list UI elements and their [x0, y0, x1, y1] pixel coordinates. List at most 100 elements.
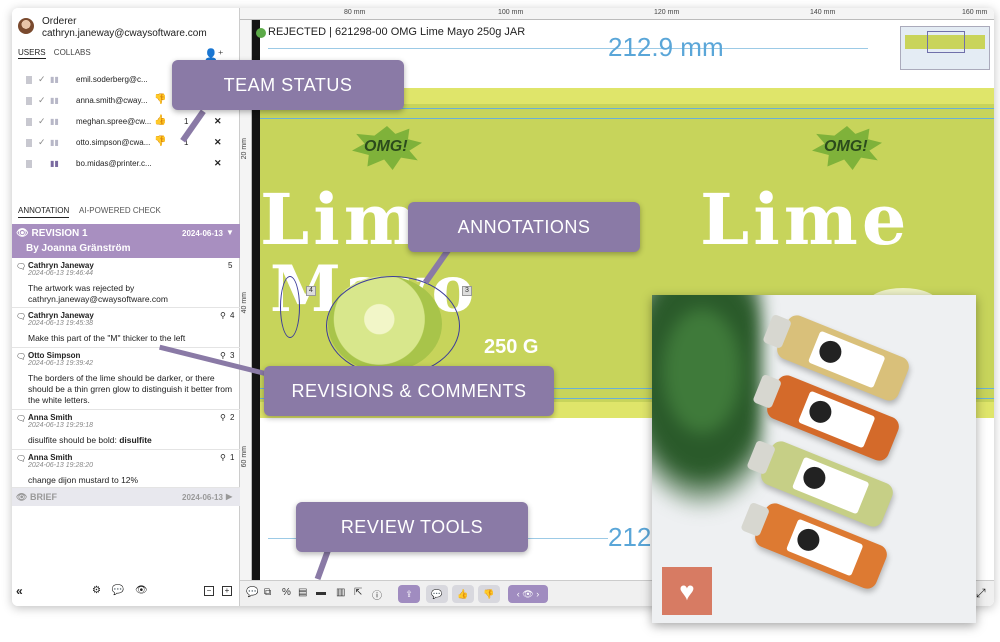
line-icon[interactable]: ▬ [316, 587, 326, 598]
percent-icon[interactable]: % [282, 587, 291, 598]
tab-collabs[interactable]: COLLABS [54, 48, 91, 57]
collapse-icon[interactable]: « [16, 584, 23, 598]
comment-author: Cathryn Janeway [28, 311, 94, 320]
user-row[interactable]: ✓ ▮▮ meghan.spree@cw... 👍 1 ✕ [26, 114, 236, 134]
annotation-pin[interactable]: 4 [306, 286, 316, 296]
callout-review-tools: REVIEW TOOLS [296, 502, 528, 552]
info-icon[interactable]: ⓘ [372, 587, 382, 602]
callout-annotations: ANNOTATIONS [408, 202, 640, 252]
bottle-label [791, 456, 870, 515]
comment-number: 2 [230, 413, 235, 422]
remove-user-button[interactable]: ✕ [214, 158, 222, 169]
annotation-circle[interactable] [280, 276, 300, 338]
copy-icon[interactable]: ⧉ [264, 587, 271, 598]
comment-author: Cathryn Janeway [28, 261, 94, 270]
comment-time: 2024-06-13 19:45:38 [28, 320, 93, 327]
user-name: emil.soderberg@c... [76, 75, 148, 84]
ruler-tick: 160 mm [962, 9, 988, 16]
user-row[interactable]: ▮▮ bo.midas@printer.c... ✕ [26, 156, 236, 176]
reject-button[interactable]: 👎 [478, 585, 500, 603]
ruler-tick: 140 mm [810, 9, 836, 16]
revision-author: By Joanna Gränström [26, 243, 131, 254]
comment-icon: 🗨 [16, 414, 27, 423]
navigator-thumbnail[interactable] [900, 26, 990, 70]
left-footer: « ⚙ 💬 👁 − + [12, 580, 240, 604]
product-word-1: Lime [700, 178, 911, 261]
comment-body: disulfite should be bold: disulfite [28, 435, 233, 446]
callout-revisions: REVISIONS & COMMENTS [264, 366, 554, 416]
ruler-tick: 20 mm [241, 138, 248, 160]
measure-icon[interactable]: ▤ [298, 587, 307, 598]
revision-date: 2024-06-13 [182, 229, 223, 238]
eye-icon: 👁 [16, 492, 28, 502]
zoom-out-icon[interactable]: − [204, 586, 214, 596]
user-tabs: USERS COLLABS [18, 48, 97, 59]
approve-button[interactable]: 👍 [452, 585, 474, 603]
chevron-right-icon[interactable]: ▶ [226, 492, 232, 501]
comment-tool-button[interactable]: 💬 [426, 585, 448, 603]
callout-team-status: TEAM STATUS [172, 60, 404, 110]
dimension-bottom: 212 [608, 522, 652, 552]
view-toggle-button[interactable]: ‹ 👁 › [508, 585, 548, 603]
brand-text: OMG! [364, 138, 408, 155]
expand-icon[interactable]: ⤢ [976, 586, 986, 601]
remove-user-button[interactable]: ✕ [214, 116, 222, 127]
chevron-down-icon[interactable]: ▼ [226, 228, 234, 237]
user-name: otto.simpson@cwa... [76, 138, 151, 147]
comment-item[interactable]: 🗨 Anna Smith 2024-06-13 19:29:18 ⚲ 2 dis… [12, 410, 240, 450]
zoom-in-icon[interactable]: + [222, 586, 232, 596]
annotation-circle[interactable] [326, 276, 460, 376]
pin-icon: ⚲ [220, 413, 226, 422]
dimension-line [268, 48, 868, 49]
brand-logo: OMG! [352, 126, 422, 170]
eye-icon[interactable]: 👁 [135, 585, 148, 596]
comment-number: 1 [230, 453, 235, 462]
annotation-pin[interactable]: 3 [462, 286, 472, 296]
chat-icon[interactable]: 💬 [246, 587, 258, 598]
brief-name: BRIEF [29, 492, 57, 502]
ruler-tick: 100 mm [498, 9, 524, 16]
user-row[interactable]: ✓ ▮▮ otto.simpson@cwa... 👎 1 ✕ [26, 135, 236, 155]
progress-icon: ▮▮ [50, 117, 59, 126]
settings-icon[interactable]: ⚙ [92, 585, 101, 596]
comment-number: 3 [230, 351, 235, 360]
revision-name: REVISION 1 [31, 228, 88, 239]
avatar[interactable] [18, 18, 34, 34]
progress-icon: ▮▮ [50, 75, 59, 84]
user-name: meghan.spree@cw... [76, 117, 152, 126]
brief-header[interactable]: 👁 BRIEF 2024-06-13 ▶ [12, 488, 240, 506]
comment-body: change dijon mustard to 12% [28, 475, 139, 485]
remove-user-button[interactable]: ✕ [214, 137, 222, 148]
comment-author: Otto Simpson [28, 351, 81, 360]
revision-header[interactable]: 👁 REVISION 1 By Joanna Gränström 2024-06… [12, 224, 240, 258]
tab-users[interactable]: USERS [18, 48, 46, 59]
upload-button[interactable]: ⇪ [398, 585, 420, 603]
plant-leaves [652, 295, 762, 515]
comment-item[interactable]: 🗨 Cathryn Janeway 2024-06-13 19:45:38 ⚲ … [12, 308, 240, 348]
job-name: 621298-00 OMG Lime Mayo 250g JAR [335, 26, 526, 38]
check-icon: ✓ [38, 116, 46, 126]
ruler-tick: 60 mm [241, 446, 248, 468]
user-name: anna.smith@cway... [76, 96, 148, 105]
barcode-icon[interactable]: ▥ [336, 587, 345, 598]
comment-icon: 🗨 [16, 454, 27, 463]
comment-number: 4 [230, 311, 235, 320]
comment-body: The artwork was rejected by cathryn.jane… [28, 283, 168, 304]
current-user: Orderer cathryn.janeway@cwaysoftware.com [18, 14, 234, 44]
bottle-label [797, 390, 876, 449]
comment-time: 2024-06-13 19:39:42 [28, 360, 93, 367]
share-icon[interactable]: ⇱ [354, 587, 362, 598]
comment-item[interactable]: 🗨 Cathryn Janeway 2024-06-13 19:46:44 5 … [12, 258, 240, 308]
status-state: REJECTED [268, 26, 327, 38]
bottle-cap [762, 313, 793, 350]
progress-icon: ▮▮ [50, 138, 59, 147]
thumbs-up-icon: 👍 [154, 115, 167, 126]
footer-tools: ⚙ 💬 👁 [92, 585, 156, 596]
tab-ai-powered-check[interactable]: AI-POWERED CHECK [79, 206, 161, 215]
comment-item[interactable]: 🗨 Anna Smith 2024-06-13 19:28:20 ⚲ 1 cha… [12, 450, 240, 488]
status-indicator [256, 28, 266, 38]
comment-count: 1 [184, 117, 189, 126]
tab-annotation[interactable]: ANNOTATION [18, 206, 70, 218]
comment-icon: 🗨 [16, 312, 27, 321]
comment-icon[interactable]: 💬 [112, 585, 124, 596]
